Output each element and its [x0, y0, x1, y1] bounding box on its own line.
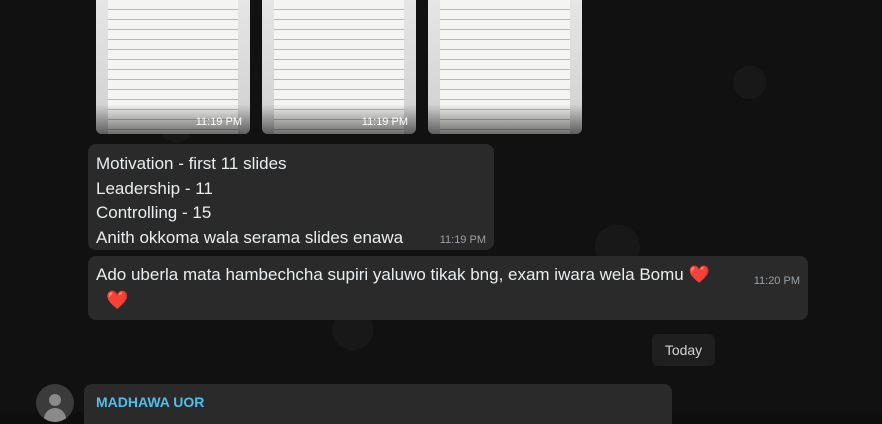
- message-timestamp: 11:19 PM: [439, 234, 486, 246]
- message-bubble[interactable]: Ado uberla mata hambechcha supiri yaluwo…: [88, 256, 808, 320]
- sender-name[interactable]: MADHAWA UOR: [96, 394, 204, 410]
- image-thumbnail[interactable]: 11:19 PM: [262, 0, 416, 134]
- message-text: Ado uberla mata hambechcha supiri yaluwo…: [96, 265, 710, 284]
- message-text: Motivation - first 11 slides Leadership …: [96, 154, 404, 247]
- message-timestamp: 11:20 PM: [753, 275, 800, 287]
- image-thumbnail[interactable]: 11:19 PM: [96, 0, 250, 134]
- media-timestamp: 11:19 PM: [195, 116, 242, 128]
- date-divider: Today: [652, 334, 715, 366]
- message-bubble[interactable]: Motivation - first 11 slides Leadership …: [88, 144, 494, 250]
- media-timestamp: 11:19 PM: [361, 116, 408, 128]
- message-bubble[interactable]: MADHAWA UOR: [84, 384, 672, 424]
- avatar[interactable]: [36, 384, 74, 422]
- heart-reaction-icon[interactable]: ❤️: [106, 290, 128, 311]
- image-thumbnail[interactable]: [428, 0, 582, 134]
